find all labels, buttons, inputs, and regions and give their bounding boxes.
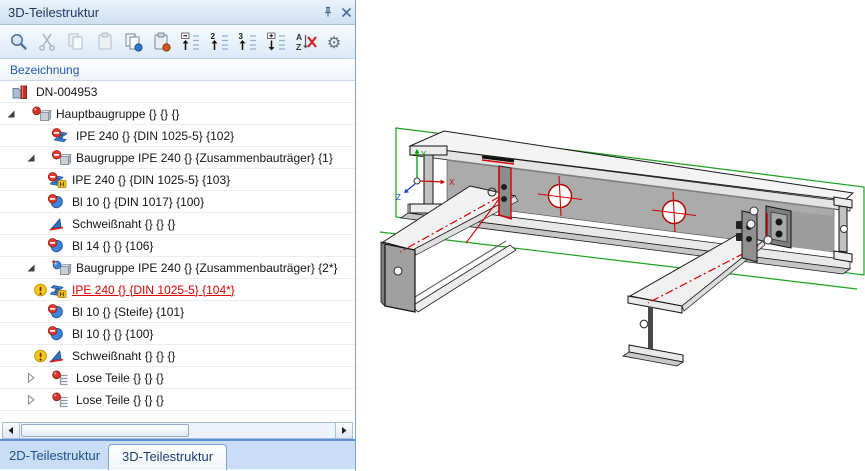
expander-open-icon[interactable] <box>24 151 52 165</box>
cross-beam-left[interactable] <box>380 185 519 313</box>
column-header-bezeichnung[interactable]: Bezeichnung <box>0 59 355 81</box>
tree-row-label: Bl 10 {} {} {100} <box>72 326 154 341</box>
svg-text:H: H <box>60 291 65 298</box>
warning-icon <box>33 348 48 364</box>
tree-row-label: Bl 10 {} {DIN 1017} {100} <box>72 194 205 209</box>
tree-row-baugruppe-1[interactable]: Baugruppe IPE 240 {} {Zusammenbauträger}… <box>0 147 355 169</box>
tree-row-label: DN-004953 <box>36 84 98 99</box>
weld-icon <box>48 216 68 232</box>
expand-all-button[interactable] <box>264 29 290 55</box>
expander-open-icon[interactable] <box>24 261 52 275</box>
tree-row-label: Hauptbaugruppe {} {} {} <box>56 106 180 121</box>
3d-viewport[interactable]: Y X Z <box>360 0 865 471</box>
assembly-icon <box>32 106 52 122</box>
cut-button[interactable] <box>35 29 61 55</box>
plate-hidden-icon <box>48 193 68 210</box>
weld-icon <box>48 348 68 364</box>
svg-text:Z: Z <box>296 42 301 52</box>
axis-label-y: Y <box>421 150 427 159</box>
copy-button[interactable] <box>63 29 89 55</box>
collapse-level-2-button[interactable]: 2 <box>207 29 233 55</box>
pin-icon[interactable] <box>319 3 337 21</box>
tree-row-label: Baugruppe IPE 240 {} {Zusammenbauträger}… <box>76 150 333 165</box>
tree-row-label: Lose Teile {} {} {} <box>76 392 164 407</box>
beam-h-icon: H <box>48 282 68 298</box>
axis-label-x: X <box>449 178 455 187</box>
copy-special-button[interactable] <box>121 29 147 55</box>
parts-structure-panel: 3D-Teilestruktur 2 3 AZ ⚙ Bezeichnung DN… <box>0 0 356 471</box>
expander-open-icon[interactable] <box>4 107 32 121</box>
plate-hidden-icon <box>48 237 68 254</box>
column-header-label: Bezeichnung <box>10 63 80 77</box>
tree-row-bl10-100b[interactable]: Bl 10 {} {} {100} <box>0 323 355 345</box>
collapse-level-3-button[interactable]: 3 <box>235 29 261 55</box>
loose-parts-icon <box>52 392 72 408</box>
panel-title: 3D-Teilestruktur <box>8 4 100 20</box>
tree-row-schweissnaht-2[interactable]: Schweißnaht {} {} {} <box>0 345 355 367</box>
expander-closed-icon[interactable] <box>24 371 52 385</box>
assembly-active-icon <box>52 259 72 276</box>
loose-parts-icon <box>52 370 72 386</box>
expander-closed-icon[interactable] <box>24 393 52 407</box>
tree-row-bl14-106[interactable]: Bl 14 {} {} {106} <box>0 235 355 257</box>
paste-special-button[interactable] <box>149 29 175 55</box>
svg-text:⚙: ⚙ <box>327 35 341 52</box>
scroll-left-button[interactable] <box>3 423 20 438</box>
svg-text:3: 3 <box>239 32 244 41</box>
tab-2d-teilestruktur[interactable]: 2D-Teilestruktur <box>9 448 100 463</box>
close-icon[interactable] <box>337 3 355 21</box>
tree-row-hauptbaugruppe[interactable]: Hauptbaugruppe {} {} {} <box>0 103 355 125</box>
tree-row-lose-teile-1[interactable]: Lose Teile {} {} {} <box>0 367 355 389</box>
tree-row-label: IPE 240 {} {DIN 1025-5} {104*} <box>72 282 235 297</box>
tree-row-dn-004953[interactable]: DN-004953 <box>0 81 355 103</box>
axis-label-z: Z <box>396 193 401 202</box>
tree-row-label: IPE 240 {} {DIN 1025-5} {102} <box>76 128 235 143</box>
bottom-tab-bar: 2D-Teilestruktur 3D-Teilestruktur <box>0 439 355 470</box>
tab-3d-teilestruktur[interactable]: 3D-Teilestruktur <box>108 444 228 470</box>
tree-row-label: Schweißnaht {} {} {} <box>72 216 176 231</box>
collapse-level-1-button[interactable] <box>178 29 204 55</box>
search-button[interactable] <box>6 29 32 55</box>
parts-tree: DN-004953 Hauptbaugruppe {} {} {} IPE 24… <box>0 81 355 422</box>
toolbar: 2 3 AZ ⚙ <box>0 25 355 59</box>
svg-text:2: 2 <box>210 32 215 41</box>
tree-row-ipe240-102[interactable]: IPE 240 {} {DIN 1025-5} {102} <box>0 125 355 147</box>
tree-row-label: Baugruppe IPE 240 {} {Zusammenbauträger}… <box>76 260 338 275</box>
paste-button[interactable] <box>92 29 118 55</box>
beam-hidden-h-icon: H <box>48 171 68 188</box>
plate-hidden-icon <box>48 303 68 320</box>
tree-row-schweissnaht-1[interactable]: Schweißnaht {} {} {} <box>0 213 355 235</box>
horizontal-scrollbar[interactable] <box>2 422 353 439</box>
tree-row-lose-teile-2[interactable]: Lose Teile {} {} {} <box>0 389 355 411</box>
warning-icon <box>33 282 48 298</box>
tree-row-bl10-100[interactable]: Bl 10 {} {DIN 1017} {100} <box>0 191 355 213</box>
remove-sort-button[interactable]: AZ <box>293 29 319 55</box>
beam-hidden-icon <box>52 127 72 144</box>
svg-text:A: A <box>296 32 302 42</box>
tree-row-label: Lose Teile {} {} {} <box>76 370 164 385</box>
application-window: 3D-Teilestruktur 2 3 AZ ⚙ Bezeichnung DN… <box>0 0 865 471</box>
plate-hidden-icon <box>48 325 68 342</box>
scrollbar-thumb[interactable] <box>21 424 189 437</box>
tree-row-baugruppe-2[interactable]: Baugruppe IPE 240 {} {Zusammenbauträger}… <box>0 257 355 279</box>
part-document-icon <box>12 84 32 100</box>
tree-row-label: IPE 240 {} {DIN 1025-5} {103} <box>72 172 231 187</box>
tree-row-ipe240-104-selected[interactable]: H IPE 240 {} {DIN 1025-5} {104*} <box>0 279 355 301</box>
svg-text:H: H <box>60 181 65 188</box>
assembly-hidden-icon <box>52 149 72 166</box>
tree-row-bl10-101[interactable]: Bl 10 {} {Steife} {101} <box>0 301 355 323</box>
tree-row-label: Bl 14 {} {} {106} <box>72 238 154 253</box>
tree-row-label: Schweißnaht {} {} {} <box>72 348 176 363</box>
panel-titlebar: 3D-Teilestruktur <box>0 0 355 25</box>
tree-row-label: Bl 10 {} {Steife} {101} <box>72 304 185 319</box>
scroll-right-button[interactable] <box>335 423 352 438</box>
tree-row-ipe240-103[interactable]: H IPE 240 {} {DIN 1025-5} {103} <box>0 169 355 191</box>
settings-button[interactable]: ⚙ <box>321 29 347 55</box>
